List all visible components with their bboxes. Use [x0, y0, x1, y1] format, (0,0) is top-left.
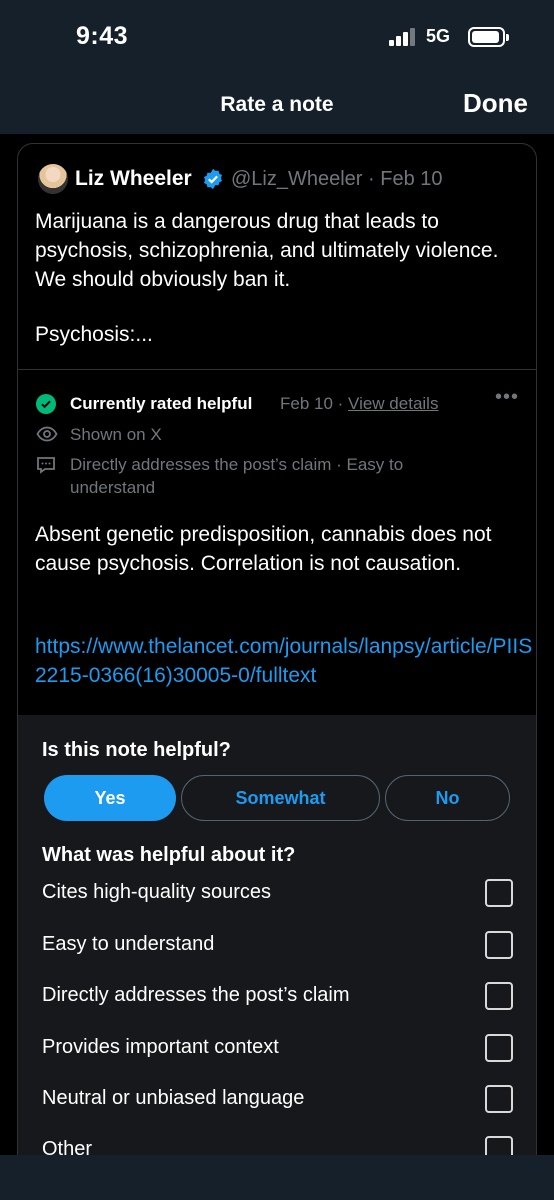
reason-checkbox[interactable] — [485, 879, 513, 907]
helpful-reasons-question: What was helpful about it? — [42, 844, 296, 866]
done-button[interactable]: Done — [463, 88, 528, 119]
reason-label: Directly addresses the post’s claim — [42, 984, 350, 1006]
status-time: 9:43 — [76, 22, 129, 50]
reason-label: Easy to understand — [42, 933, 215, 955]
reason-label: Provides important context — [42, 1036, 279, 1058]
note-date-text: Feb 10 · — [280, 394, 349, 413]
note-date: Feb 10 · View details — [280, 394, 438, 414]
note-body: Absent genetic predisposition, cannabis … — [35, 523, 492, 575]
author-handle-date[interactable]: @Liz_Wheeler · Feb 10 — [231, 168, 443, 191]
reason-checkbox[interactable] — [485, 982, 513, 1010]
reasons-row — [36, 456, 56, 474]
reason-option[interactable]: Cites high-quality sources — [42, 879, 513, 909]
note-reasons: Directly addresses the post’s claim · Ea… — [70, 455, 404, 497]
battery-icon — [468, 27, 509, 47]
avatar[interactable] — [38, 164, 68, 194]
shown-on-text: Shown on X — [70, 425, 162, 444]
bottom-bar — [0, 1155, 554, 1200]
signal-icon — [389, 28, 415, 46]
eye-icon — [36, 426, 58, 442]
reason-option[interactable]: Directly addresses the post’s claim — [42, 982, 513, 1012]
check-circle-icon — [36, 394, 56, 414]
rated-status: Currently rated helpful — [70, 394, 253, 413]
reason-label: Cites high-quality sources — [42, 881, 271, 903]
rating-panel: Is this note helpful? Yes Somewhat No Wh… — [18, 715, 536, 1182]
helpful-status-row — [36, 394, 56, 414]
reason-label: Neutral or unbiased language — [42, 1087, 305, 1109]
no-button[interactable]: No — [385, 775, 510, 821]
nav-bar: Rate a note Done — [0, 76, 554, 134]
view-details-link[interactable]: View details — [348, 394, 438, 413]
reason-checkbox[interactable] — [485, 931, 513, 959]
more-options-icon[interactable]: ••• — [495, 386, 519, 409]
shown-row — [36, 426, 58, 442]
divider — [18, 369, 536, 370]
reason-checkbox[interactable] — [485, 1085, 513, 1113]
helpful-question: Is this note helpful? — [42, 739, 231, 761]
network-type: 5G — [426, 26, 451, 46]
reason-option[interactable]: Neutral or unbiased language — [42, 1085, 513, 1115]
note-card: Liz Wheeler @Liz_Wheeler · Feb 10 Mariju… — [17, 143, 537, 1183]
post-text-more: Psychosis:... — [35, 323, 153, 346]
verified-badge-icon — [203, 168, 223, 190]
reason-option[interactable]: Provides important context — [42, 1034, 513, 1064]
author-name[interactable]: Liz Wheeler — [75, 167, 192, 191]
comment-icon — [37, 457, 55, 474]
status-bar: 9:43 5G — [0, 0, 554, 76]
post-text: Marijuana is a dangerous drug that leads… — [35, 210, 499, 291]
note-source-link[interactable]: https://www.thelancet.com/journals/lanps… — [35, 632, 535, 690]
reason-checkbox[interactable] — [485, 1034, 513, 1062]
reason-option[interactable]: Easy to understand — [42, 931, 513, 961]
somewhat-button[interactable]: Somewhat — [181, 775, 380, 821]
yes-button[interactable]: Yes — [44, 775, 176, 821]
